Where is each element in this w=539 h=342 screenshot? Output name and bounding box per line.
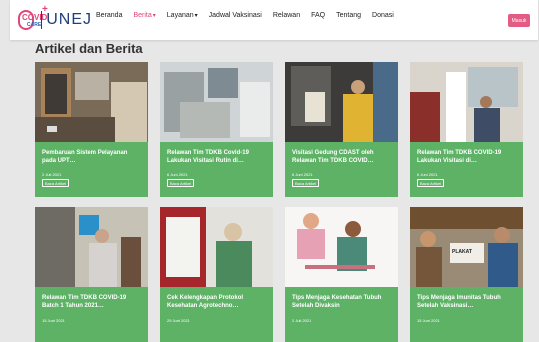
- article-date: 29 Juni 2021: [167, 318, 190, 323]
- chevron-down-icon: ▾: [153, 13, 156, 19]
- article-image: [410, 62, 523, 142]
- article-card[interactable]: Relawan Tim TDKB Covid-19 Lakukan Visita…: [160, 62, 273, 197]
- article-title[interactable]: Cek Kelengkapan Protokol Kesehatan Agrot…: [167, 294, 267, 312]
- login-button[interactable]: Masuk: [508, 14, 530, 27]
- nav-beranda[interactable]: Beranda: [96, 12, 122, 19]
- article-card[interactable]: Visitasi Gedung CDAST oleh Relawan Tim T…: [285, 62, 398, 197]
- top-navbar: + COVID CARE UNEJ Beranda Berita▾ Layana…: [10, 0, 538, 40]
- article-image: [160, 62, 273, 142]
- plakat-caption: PLAKAT: [452, 249, 472, 255]
- article-title[interactable]: Tips Menjaga Imunitas Tubuh Setelah Vaks…: [417, 294, 517, 312]
- logo-bottom-text: CARE: [27, 22, 41, 28]
- article-title[interactable]: Relawan Tim TDKB COVID-19 Batch 1 Tahun …: [42, 294, 142, 312]
- nav-layanan[interactable]: Layanan▾: [167, 12, 198, 19]
- article-title[interactable]: Visitasi Gedung CDAST oleh Relawan Tim T…: [292, 149, 392, 167]
- article-title[interactable]: Relawan Tim TDKB COVID-19 Lakukan Visita…: [417, 149, 517, 167]
- article-title[interactable]: Tips Menjaga Kesehatan Tubuh Setelah Div…: [292, 294, 392, 312]
- article-image: [35, 207, 148, 287]
- logo-top-text: COVID: [22, 13, 47, 22]
- article-card[interactable]: Relawan Tim TDKB COVID-19 Lakukan Visita…: [410, 62, 523, 197]
- article-date: 6 Juni 2021: [417, 172, 438, 177]
- article-image: [285, 207, 398, 287]
- article-card[interactable]: Tips Menjaga Kesehatan Tubuh Setelah Div…: [285, 207, 398, 342]
- article-title[interactable]: Pembaruan Sistem Pelayanan pada UPT…: [42, 149, 142, 167]
- article-image: [35, 62, 148, 142]
- nav-berita-label: Berita: [133, 12, 151, 19]
- page-title: Artikel dan Berita: [35, 41, 143, 56]
- article-image: [160, 207, 273, 287]
- read-article-button[interactable]: Baca Artikel: [42, 179, 69, 187]
- article-date: 2 Juli 2021: [292, 318, 311, 323]
- nav-tentang[interactable]: Tentang: [336, 12, 361, 19]
- main-nav: Beranda Berita▾ Layanan▾ Jadwal Vaksinas…: [96, 12, 394, 19]
- article-image: [285, 62, 398, 142]
- article-date: 2 Juli 2021: [42, 172, 61, 177]
- nav-relawan[interactable]: Relawan: [273, 12, 300, 19]
- article-card[interactable]: PLAKAT Tips Menjaga Imunitas Tubuh Setel…: [410, 207, 523, 342]
- read-article-button[interactable]: Baca Artikel: [292, 179, 319, 187]
- nav-layanan-label: Layanan: [167, 12, 194, 19]
- article-card[interactable]: Pembaruan Sistem Pelayanan pada UPT… 2 J…: [35, 62, 148, 197]
- read-article-button[interactable]: Baca Artikel: [167, 179, 194, 187]
- nav-donasi[interactable]: Donasi: [372, 12, 394, 19]
- article-card[interactable]: Relawan Tim TDKB COVID-19 Batch 1 Tahun …: [35, 207, 148, 342]
- article-card[interactable]: Cek Kelengkapan Protokol Kesehatan Agrot…: [160, 207, 273, 342]
- article-date: 6 Juni 2021: [292, 172, 313, 177]
- article-grid: Pembaruan Sistem Pelayanan pada UPT… 2 J…: [35, 62, 525, 342]
- article-title[interactable]: Relawan Tim TDKB Covid-19 Lakukan Visita…: [167, 149, 267, 167]
- nav-berita[interactable]: Berita▾: [133, 12, 155, 19]
- nav-jadwal-vaksinasi[interactable]: Jadwal Vaksinasi: [209, 12, 262, 19]
- article-date: 15 Juni 2021: [42, 318, 65, 323]
- chevron-down-icon: ▾: [195, 13, 198, 19]
- read-article-button[interactable]: Baca Artikel: [417, 179, 444, 187]
- logo-unej-text: UNEJ: [46, 11, 92, 29]
- covid-care-logo-icon: + COVID CARE: [18, 10, 34, 30]
- nav-faq[interactable]: FAQ: [311, 12, 325, 19]
- article-date: 6 Juni 2021: [167, 172, 188, 177]
- article-date: 15 Juni 2021: [417, 318, 440, 323]
- article-image: PLAKAT: [410, 207, 523, 287]
- site-logo[interactable]: + COVID CARE UNEJ: [18, 8, 92, 32]
